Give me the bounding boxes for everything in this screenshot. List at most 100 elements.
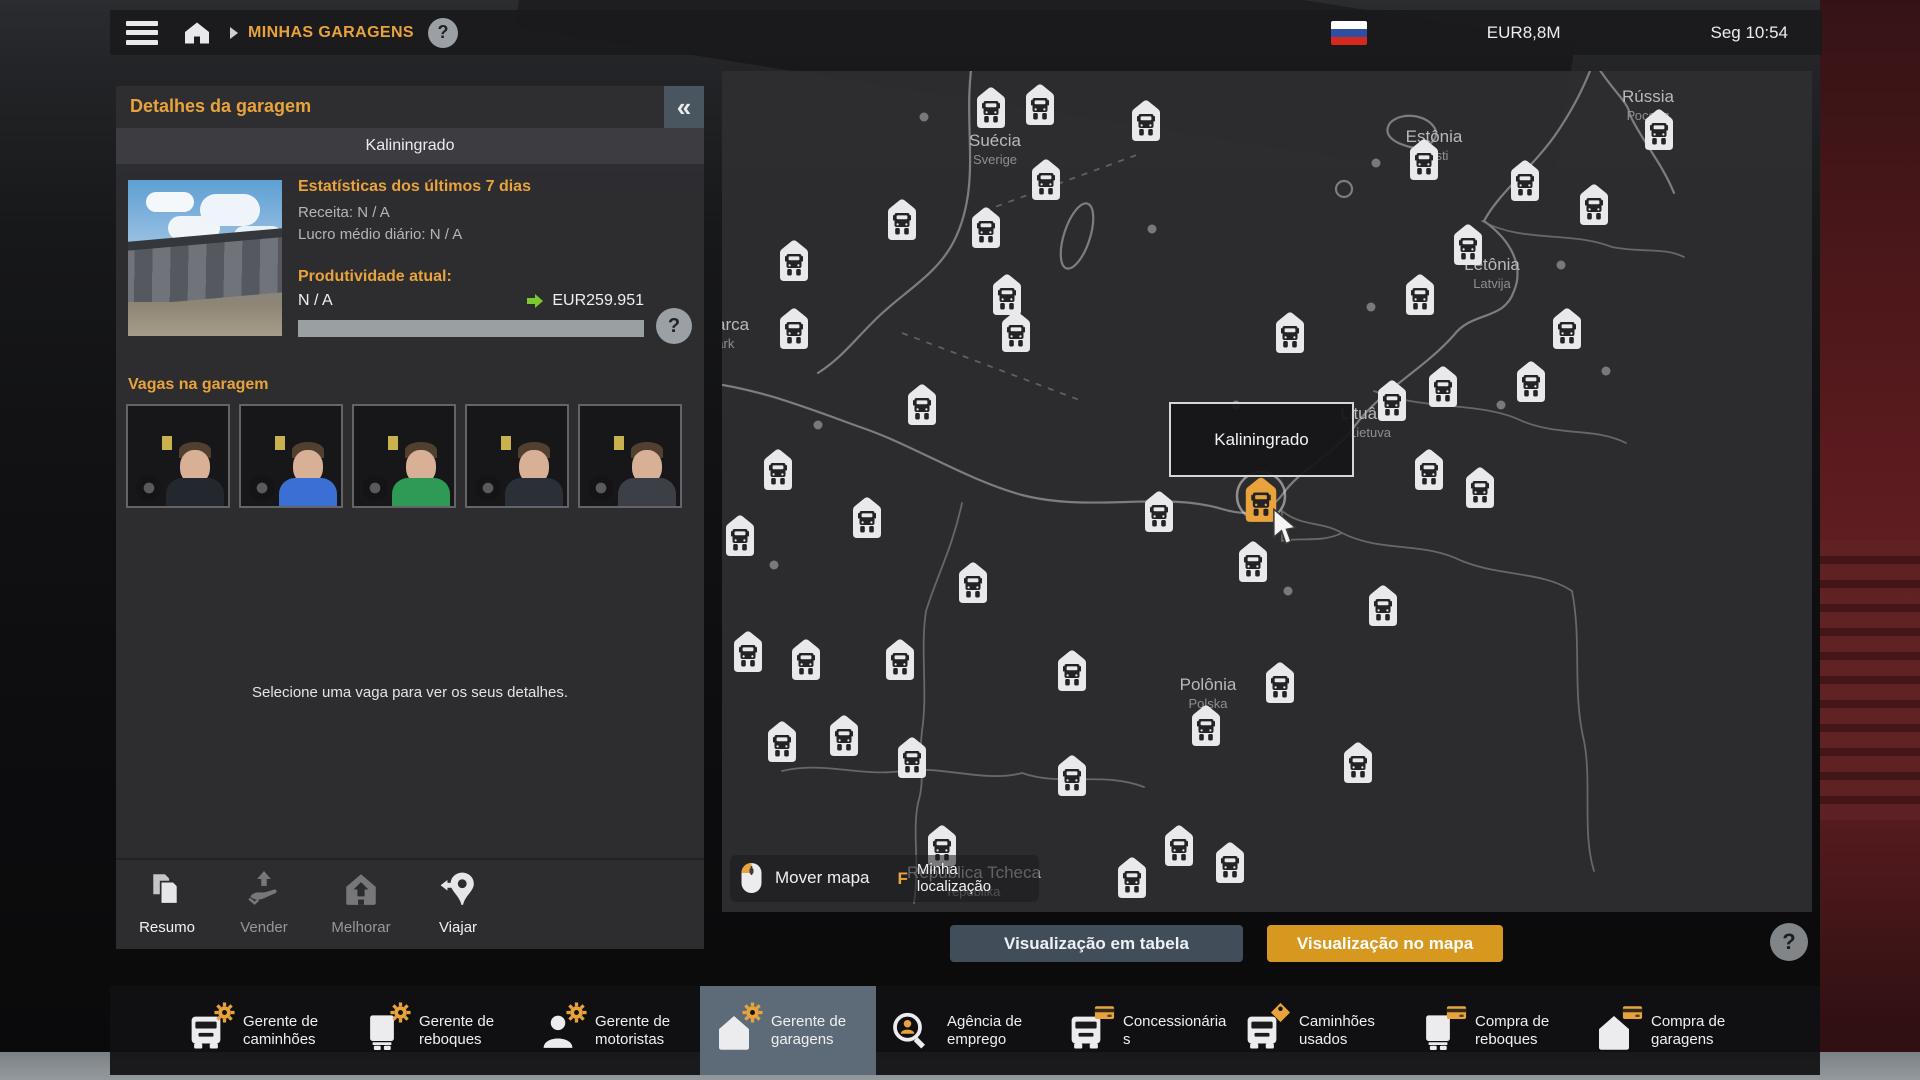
garage-slot-1[interactable]	[126, 404, 230, 508]
card-badge-icon	[1622, 1002, 1643, 1023]
panel-actions: Resumo Vender MelhorarViajar	[116, 858, 704, 949]
resumo-icon	[147, 870, 187, 913]
garage-marker[interactable]	[1369, 585, 1397, 626]
wheel-graphic	[136, 475, 162, 501]
wheel-graphic	[475, 475, 501, 501]
map-help-icon[interactable]: ?	[1770, 923, 1808, 961]
garage-marker[interactable]	[888, 199, 916, 240]
garage-marker[interactable]	[1266, 662, 1294, 703]
badge-y-graphic	[162, 436, 172, 450]
nav-label-compra-garagens: Compra de garagens	[1651, 1013, 1756, 1049]
nav-label-compra-reboques: Compra de reboques	[1475, 1013, 1580, 1049]
garage-marker[interactable]	[1026, 84, 1054, 125]
badge-y-graphic	[388, 436, 398, 450]
nav-item-reboques[interactable]: Gerente de reboques	[348, 986, 524, 1075]
garage-marker[interactable]	[1132, 100, 1160, 141]
nav-item-emprego[interactable]: Agência de emprego	[876, 986, 1052, 1075]
garage-marker[interactable]	[1511, 160, 1539, 201]
garage-marker[interactable]	[1378, 380, 1406, 421]
nav-label-motoristas: Gerente de motoristas	[595, 1013, 700, 1049]
garage-marker[interactable]	[780, 308, 808, 349]
garage-marker[interactable]	[792, 639, 820, 680]
garage-marker[interactable]	[734, 631, 762, 672]
garage-marker[interactable]	[898, 737, 926, 778]
garage-marker[interactable]	[1165, 825, 1193, 866]
garage-marker[interactable]	[1410, 139, 1438, 180]
nav-item-caminhoes[interactable]: Gerente de caminhões	[172, 986, 348, 1075]
nav-item-compra-reboques[interactable]: Compra de reboques	[1404, 986, 1580, 1075]
garage-marker[interactable]	[1216, 842, 1244, 883]
menu-icon[interactable]	[126, 21, 158, 45]
nav-label-caminhoes: Gerente de caminhões	[243, 1013, 348, 1049]
garage-marker[interactable]	[853, 497, 881, 538]
collapse-panel-button[interactable]: «	[664, 86, 704, 128]
wheel-graphic	[362, 475, 388, 501]
garage-marker[interactable]	[993, 274, 1021, 315]
productivity-help-icon[interactable]: ?	[656, 308, 692, 344]
panel-title: Detalhes da garagem	[130, 96, 311, 117]
garage-marker[interactable]	[780, 240, 808, 281]
garage-marker[interactable]	[1429, 366, 1457, 407]
garage-marker[interactable]	[959, 562, 987, 603]
garage-marker[interactable]	[886, 639, 914, 680]
garage-marker[interactable]	[1344, 742, 1372, 783]
garage-slot-3[interactable]	[352, 404, 456, 508]
table-view-button[interactable]: Visualização em tabela	[950, 925, 1243, 962]
garages-map[interactable]: SuéciaSverigeEstôniaEestiRússiaРоссияLet…	[722, 71, 1812, 912]
garage-slot-5[interactable]	[578, 404, 682, 508]
map-view-button[interactable]: Visualização no mapa	[1267, 925, 1503, 962]
garage-marker[interactable]	[908, 384, 936, 425]
garage-marker[interactable]	[1645, 109, 1673, 150]
garage-marker[interactable]	[1406, 274, 1434, 315]
trailer-icon	[362, 1009, 406, 1053]
garage-marker[interactable]	[768, 721, 796, 762]
garage-marker[interactable]	[1032, 159, 1060, 200]
garage-marker[interactable]	[1239, 541, 1267, 582]
garage-marker[interactable]	[1553, 308, 1581, 349]
garage-marker[interactable]	[977, 87, 1005, 128]
garage-marker[interactable]	[1118, 857, 1146, 898]
vender-button[interactable]: Vender	[225, 870, 303, 949]
mouse-icon	[740, 862, 763, 894]
house-icon	[1594, 1009, 1638, 1053]
garage-marker[interactable]	[1002, 311, 1030, 352]
garage-marker[interactable]	[972, 207, 1000, 248]
garage-marker[interactable]	[1517, 361, 1545, 402]
nav-item-garagens[interactable]: Gerente de garagens	[700, 986, 876, 1075]
garage-marker[interactable]	[764, 449, 792, 490]
nav-item-usados[interactable]: Caminhões usados	[1228, 986, 1404, 1075]
garage-marker[interactable]	[1454, 224, 1482, 265]
garage-marker[interactable]	[1466, 467, 1494, 508]
garage-marker[interactable]	[1415, 449, 1443, 490]
garage-marker[interactable]	[726, 515, 754, 556]
melhorar-button[interactable]: Melhorar	[322, 870, 400, 949]
player-money: EUR8,8M	[1487, 23, 1561, 43]
garage-photo	[128, 180, 282, 336]
vender-label: Vender	[240, 919, 288, 936]
garage-marker[interactable]	[1145, 491, 1173, 532]
garage-slots	[126, 404, 682, 508]
garage-marker[interactable]	[1058, 755, 1086, 796]
nav-item-concessionarias[interactable]: Concessionárias	[1052, 986, 1228, 1075]
resumo-button[interactable]: Resumo	[128, 870, 206, 949]
card-badge-icon	[1446, 1002, 1467, 1023]
garage-marker[interactable]	[1058, 650, 1086, 691]
garage-markers[interactable]	[722, 71, 1812, 912]
nav-item-motoristas[interactable]: Gerente de motoristas	[524, 986, 700, 1075]
viajar-button[interactable]: Viajar	[419, 870, 497, 949]
home-icon[interactable]	[184, 21, 210, 45]
upgrade-cost: EUR259.951	[552, 292, 644, 310]
trailer-icon	[1418, 1009, 1462, 1053]
garage-marker[interactable]	[1192, 705, 1220, 746]
move-map-hint: Mover mapa	[740, 862, 869, 894]
nav-item-compra-garagens[interactable]: Compra de garagens	[1580, 986, 1756, 1075]
garage-marker[interactable]	[1276, 312, 1304, 353]
garage-marker[interactable]	[830, 715, 858, 756]
garage-slot-2[interactable]	[239, 404, 343, 508]
breadcrumb[interactable]: MINHAS GARAGENS	[248, 24, 414, 42]
garage-marker[interactable]	[1580, 184, 1608, 225]
garage-slot-4[interactable]	[465, 404, 569, 508]
revenue-line: Receita: N / A	[298, 204, 390, 221]
help-icon[interactable]: ?	[428, 18, 458, 48]
russia-flag-icon	[1331, 21, 1367, 45]
